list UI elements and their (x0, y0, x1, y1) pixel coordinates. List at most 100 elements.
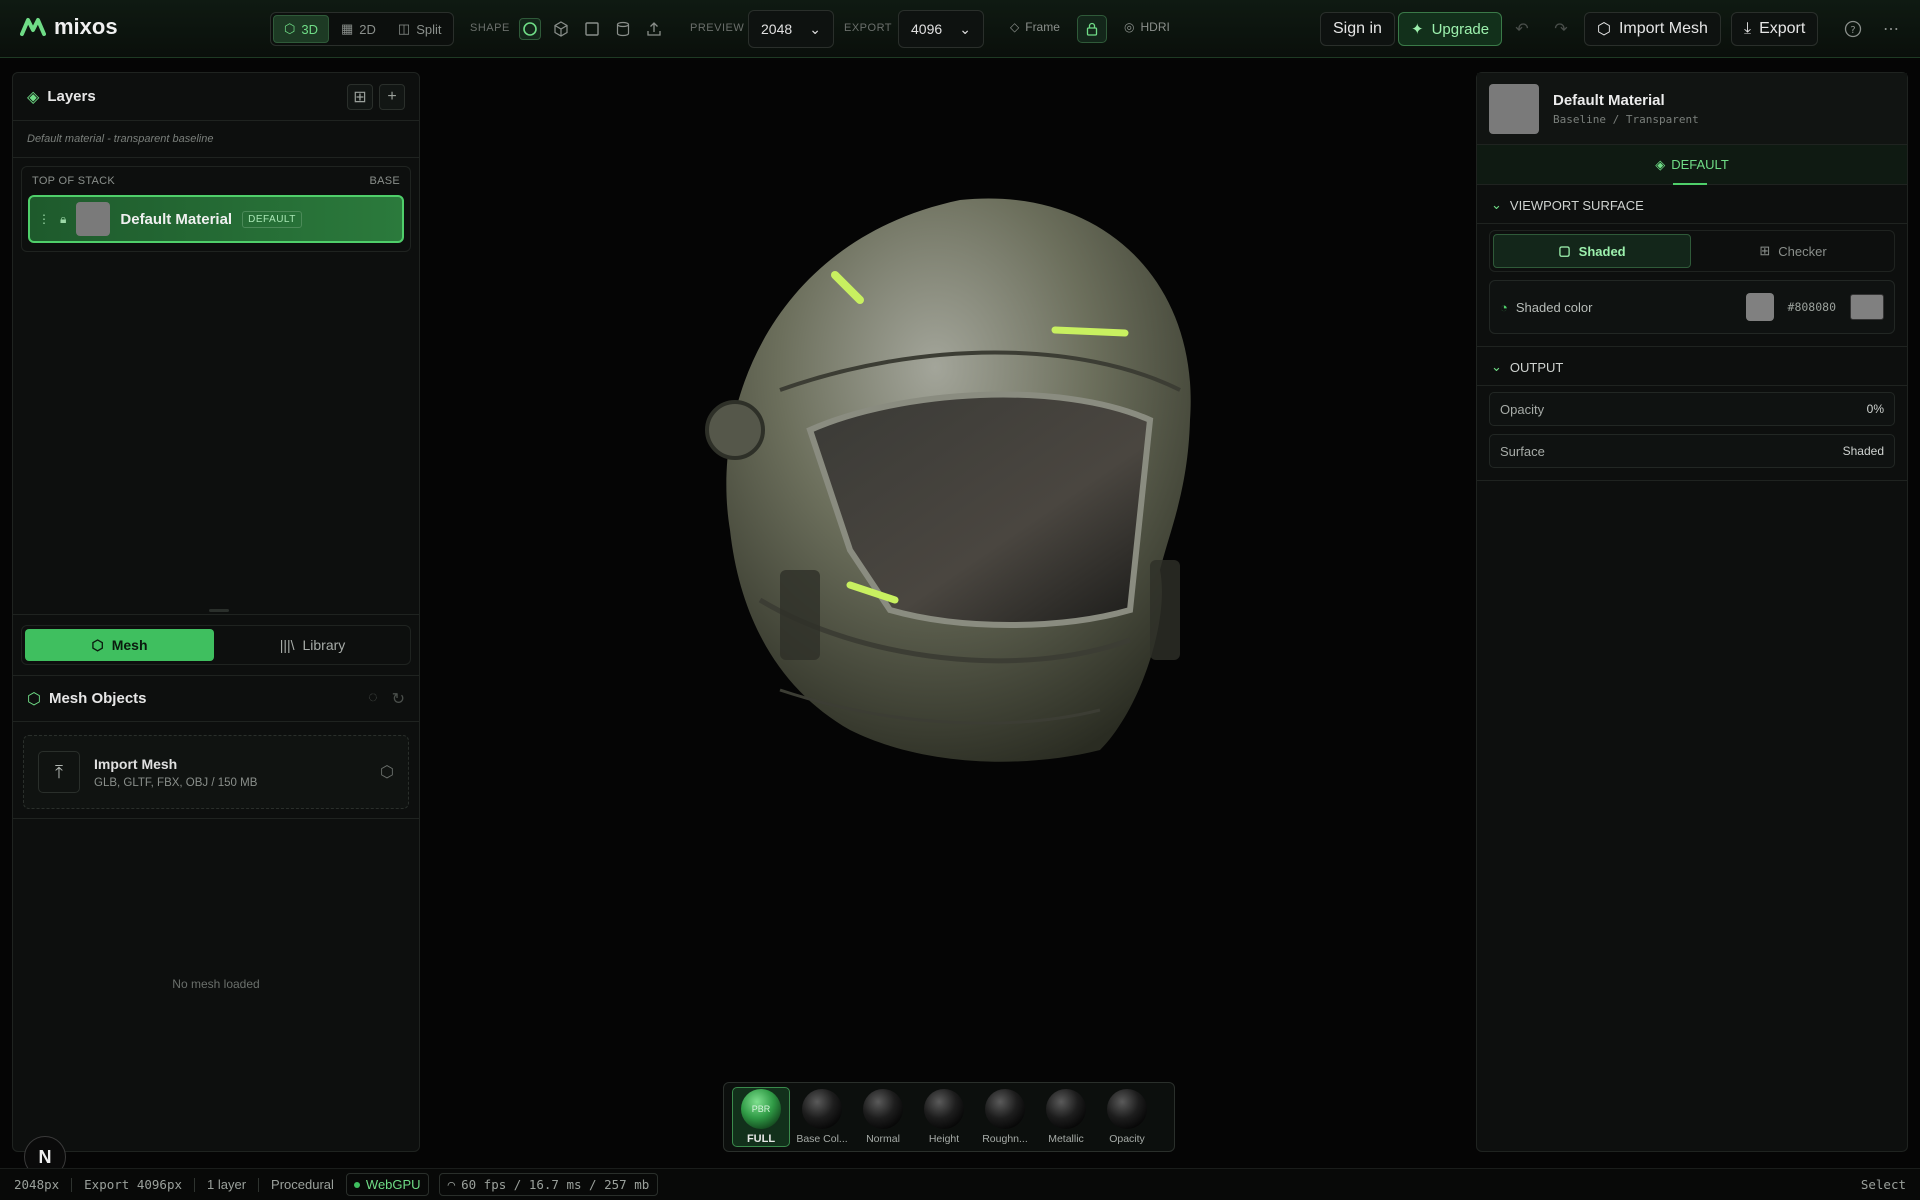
output-header[interactable]: ⌄ OUTPUT (1477, 346, 1907, 386)
shaded-color-swatch[interactable] (1745, 293, 1774, 321)
opacity-row[interactable]: Opacity 0% (1489, 392, 1895, 426)
sign-in-button[interactable]: Sign in (1320, 12, 1395, 46)
lock-icon[interactable]: 🔒︎ (60, 212, 66, 227)
refresh-icon[interactable]: ↻ (392, 689, 405, 709)
upload-shape-icon[interactable] (643, 18, 665, 40)
chevron-down-icon: ⌄ (1491, 359, 1502, 374)
mesh-objects-title: Mesh Objects (48, 690, 147, 707)
shaded-option[interactable]: ▢ Shaded (1493, 234, 1691, 268)
download-icon: ⤓ (1744, 20, 1752, 37)
layers-title: Layers (47, 88, 96, 105)
lock-icon (1086, 22, 1098, 36)
viewport-surface-header[interactable]: ⌄ VIEWPORT SURFACE (1477, 185, 1907, 224)
surface-mode-toggle: ▢ Shaded ⊞ Checker (1489, 230, 1895, 272)
shaded-color-value[interactable]: #808080 (1788, 300, 1836, 314)
view-mode-toggle: ⬡ 3D ▦ 2D ◫ Split (270, 12, 454, 46)
add-layer-button[interactable]: + (379, 83, 405, 110)
mixos-logo-icon (20, 18, 46, 36)
drag-handle-icon[interactable]: ⋮ (38, 212, 50, 226)
cylinder-shape-icon[interactable] (612, 18, 634, 40)
material-thumbnail (1489, 83, 1539, 134)
channel-base-color[interactable]: Base Col... (793, 1089, 851, 1145)
view-mode-split[interactable]: ◫ Split (388, 15, 452, 43)
status-tool: Select (1860, 1177, 1906, 1192)
layer-name: Default Material (120, 210, 233, 228)
divider (13, 614, 419, 615)
app-name: mixos (54, 14, 118, 39)
surface-value: Shaded (1842, 444, 1884, 458)
status-mode: Procedural (271, 1177, 334, 1192)
channel-roughness[interactable]: Roughn... (976, 1089, 1034, 1145)
hdri-button[interactable]: ◎ HDRI (1124, 20, 1170, 34)
split-icon: ◫ (397, 21, 411, 36)
checker-option[interactable]: ⊞ Checker (1695, 234, 1891, 268)
upgrade-button[interactable]: ✦ Upgrade (1398, 12, 1503, 46)
import-mesh-button[interactable]: ⬡ Import Mesh (1584, 12, 1721, 46)
color-picker-button[interactable] (1850, 294, 1884, 320)
app-logo[interactable]: mixos (20, 14, 118, 40)
more-icon[interactable]: ⋯ (1880, 18, 1902, 40)
helmet-model (705, 198, 1191, 762)
surface-row[interactable]: Surface Shaded (1489, 434, 1895, 468)
preview-resolution-select[interactable]: 2048 ⌄ (748, 10, 834, 48)
layers-subtitle: Default material - transparent baseline (13, 121, 419, 158)
export-label: EXPORT (844, 22, 893, 34)
loading-icon[interactable]: ◌ (368, 689, 378, 709)
material-subtitle: Baseline / Transparent (1553, 112, 1699, 126)
channel-ball (802, 1089, 842, 1129)
stack-top-label: TOP OF STACK (32, 175, 116, 187)
status-export: Export 4096px (84, 1177, 182, 1192)
material-name: Default Material (1553, 91, 1665, 109)
help-icon[interactable]: ? (1842, 18, 1864, 40)
grid-icon: ▦ (340, 21, 354, 36)
layer-item[interactable]: ⋮ 🔒︎ Default Material DEFAULT (28, 195, 404, 243)
export-button[interactable]: ⤓ Export (1731, 12, 1819, 46)
undo-icon[interactable]: ↶ (1511, 18, 1533, 40)
tab-library[interactable]: |||\ Library (218, 629, 407, 661)
preview-label: PREVIEW (690, 22, 745, 34)
channel-ball (924, 1089, 964, 1129)
import-mesh-formats: GLB, GLTF, FBX, OBJ / 150 MB (94, 776, 258, 789)
upload-icon: ⤒ (38, 751, 80, 793)
cube-icon: ⬡ (284, 21, 296, 36)
view-mode-2d[interactable]: ▦ 2D (331, 15, 386, 43)
export-resolution-select[interactable]: 4096 ⌄ (898, 10, 984, 48)
gauge-icon: ◠ (447, 1177, 456, 1192)
sphere-shape-icon[interactable] (519, 18, 541, 40)
lock-button[interactable] (1077, 15, 1107, 43)
channel-metallic[interactable]: Metallic (1037, 1089, 1095, 1145)
chevron-down-icon: ⌄ (809, 20, 821, 37)
mesh-objects-header: ⬡ Mesh Objects ◌ ↻ (13, 676, 419, 722)
tab-default[interactable]: ◈ DEFAULT (1477, 145, 1907, 185)
status-preview: 2048px (14, 1177, 60, 1192)
cube-outline-icon: ⬡ (380, 764, 394, 781)
channel-full[interactable]: PBR FULL (732, 1087, 790, 1147)
resize-handle[interactable] (209, 609, 229, 612)
layers-header: ◈ Layers ⊞ + (13, 73, 419, 121)
material-panel: Default Material Baseline / Transparent … (1476, 72, 1908, 1152)
left-panel: ◈ Layers ⊞ + Default material - transpar… (12, 72, 420, 1152)
viewport-3d[interactable] (660, 190, 1220, 770)
channel-opacity[interactable]: Opacity (1098, 1089, 1156, 1145)
cube-shape-icon[interactable] (550, 18, 572, 40)
channel-normal[interactable]: Normal (854, 1089, 912, 1145)
import-mesh-dropzone[interactable]: ⤒ Import Mesh GLB, GLTF, FBX, OBJ / 150 … (23, 735, 409, 809)
cube-icon: ⬡ (91, 636, 104, 653)
status-bar: 2048px Export 4096px 1 layer Procedural … (0, 1168, 1920, 1200)
status-dot-icon (353, 1181, 360, 1188)
material-header: Default Material Baseline / Transparent (1477, 73, 1907, 145)
redo-icon[interactable]: ↷ (1550, 18, 1572, 40)
frame-icon: ◇ (1010, 20, 1020, 34)
channel-ball (1107, 1089, 1147, 1129)
channel-height[interactable]: Height (915, 1089, 973, 1145)
layer-thumbnail (76, 202, 111, 236)
divider (13, 818, 419, 819)
frame-button[interactable]: ◇ Frame (1010, 20, 1060, 34)
new-folder-button[interactable]: ⊞ (347, 83, 373, 110)
tab-mesh[interactable]: ⬡ Mesh (25, 629, 214, 661)
library-icon: |||\ (279, 637, 295, 653)
view-mode-3d[interactable]: ⬡ 3D (273, 15, 329, 43)
plane-shape-icon[interactable] (581, 18, 603, 40)
empty-mesh-text: No mesh loaded (172, 977, 260, 991)
default-badge: DEFAULT (242, 210, 302, 228)
